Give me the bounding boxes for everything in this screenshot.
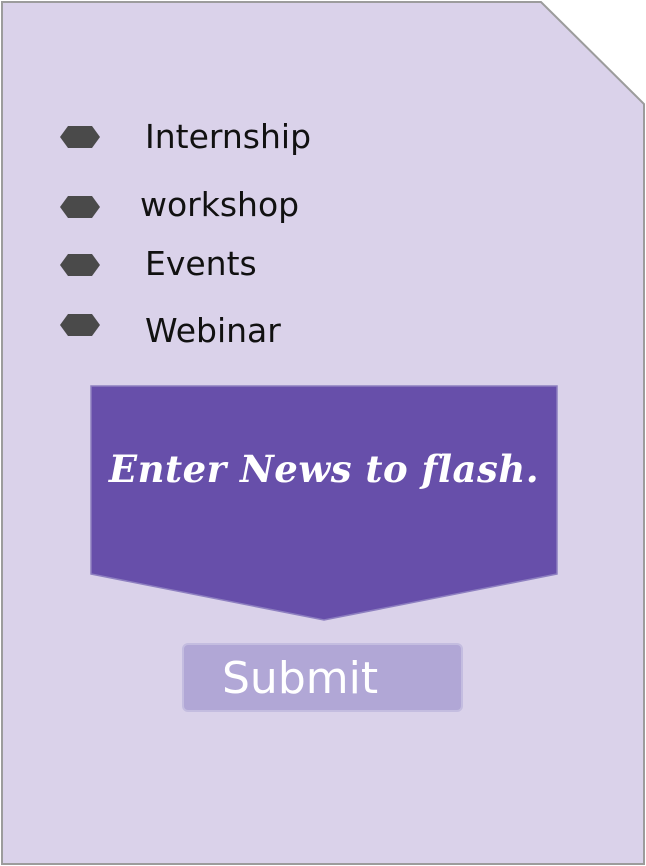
menu-item-label: Webinar — [145, 311, 281, 350]
banner-text: Enter News to flash. — [108, 447, 540, 491]
menu-item-label: workshop — [140, 185, 300, 224]
menu-item-label: Internship — [145, 117, 312, 156]
menu-item-label: Events — [145, 244, 257, 283]
hexagon-bullet-icon — [60, 196, 100, 218]
news-flash-banner: Enter News to flash. — [90, 385, 558, 621]
hexagon-bullet-icon — [60, 314, 100, 336]
hexagon-bullet-icon — [60, 126, 100, 148]
submit-button-label: Submit — [222, 653, 379, 704]
banner-shape — [90, 385, 558, 621]
hexagon-bullet-icon — [60, 254, 100, 276]
submit-button[interactable]: Submit — [182, 643, 463, 712]
news-card: Internship workshop Events Webinar Enter… — [0, 0, 646, 866]
